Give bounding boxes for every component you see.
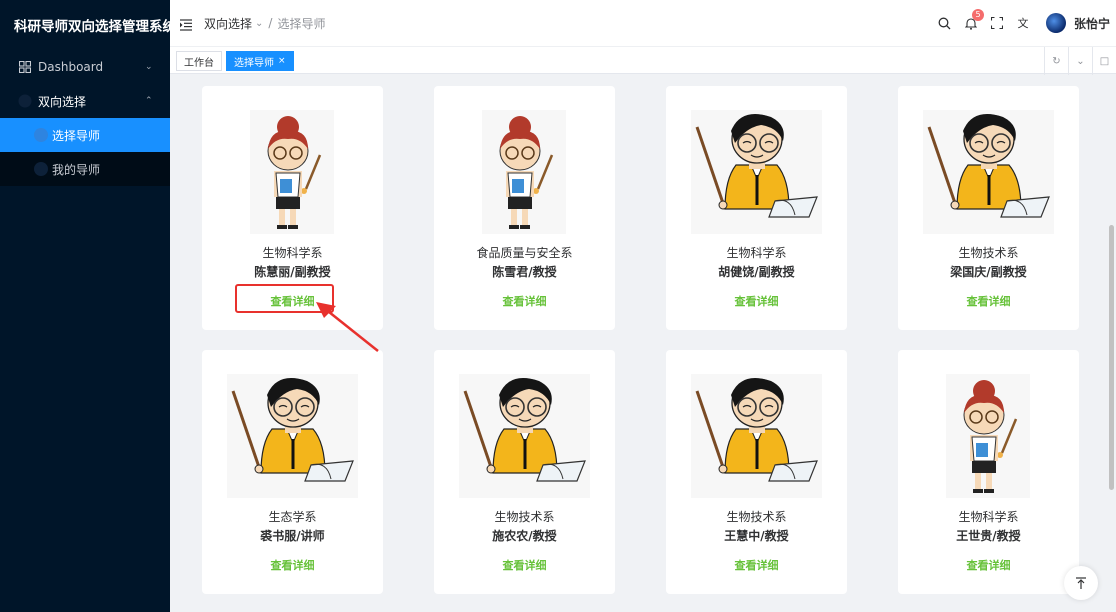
advisor-department: 食品质量与安全系: [476, 246, 573, 260]
fullscreen-icon[interactable]: [984, 17, 1010, 29]
advisor-name: 王世贵/教授: [956, 529, 1021, 543]
breadcrumb-current: 选择导师: [277, 16, 326, 31]
breadcrumb-separator: /: [268, 16, 273, 30]
back-to-top-button[interactable]: [1064, 566, 1098, 600]
chevron-up-icon: ⌃: [145, 96, 153, 106]
view-detail-link[interactable]: 查看详细: [666, 557, 847, 573]
sidebar-item-label: 我的导师: [52, 162, 101, 177]
maximize-icon[interactable]: □: [1092, 47, 1116, 75]
advisor-avatar: [946, 374, 1030, 498]
advisor-name: 胡健饶/副教授: [718, 265, 795, 279]
refresh-icon[interactable]: ↻: [1044, 47, 1068, 75]
menu-fold-icon[interactable]: [180, 16, 192, 31]
tab-label: 工作台: [184, 57, 214, 69]
circle-icon: [18, 94, 32, 108]
advisor-name: 施农农/教授: [492, 529, 557, 543]
advisor-card: 生物技术系 施农农/教授 查看详细: [434, 350, 615, 594]
view-detail-link[interactable]: 查看详细: [434, 557, 615, 573]
chevron-down-icon: ⌄: [145, 62, 153, 72]
view-detail-link[interactable]: 查看详细: [434, 293, 615, 309]
advisor-avatar: [482, 110, 566, 234]
advisor-department: 生物科学系: [726, 246, 787, 260]
sidebar-item-two-way-selection[interactable]: 双向选择 ⌃: [0, 84, 170, 118]
advisor-department: 生物技术系: [494, 510, 555, 524]
sidebar-item-dashboard[interactable]: Dashboard ⌄: [0, 50, 170, 84]
advisor-card: 生物科学系 王世贵/教授 查看详细: [898, 350, 1079, 594]
sidebar-item-label: 选择导师: [52, 128, 101, 143]
advisor-name: 梁国庆/副教授: [950, 265, 1027, 279]
advisor-avatar: [691, 374, 822, 498]
grid-icon: [18, 60, 32, 74]
advisor-avatar: [691, 110, 822, 234]
view-detail-link[interactable]: 查看详细: [202, 557, 383, 573]
advisor-department: 生态学系: [268, 510, 317, 524]
advisor-name: 裘书服/讲师: [260, 529, 325, 543]
advisor-department: 生物科学系: [958, 510, 1019, 524]
advisor-card: 食品质量与安全系 陈雪君/教授 查看详细: [434, 86, 615, 330]
close-icon[interactable]: ×: [278, 56, 286, 66]
advisor-name: 陈慧丽/副教授: [254, 265, 331, 279]
tab-workbench[interactable]: 工作台: [176, 51, 222, 71]
notification-badge: 5: [971, 8, 984, 21]
advisor-card: 生物科学系 陈慧丽/副教授 查看详细: [202, 86, 383, 330]
tab-label: 选择导师: [234, 57, 274, 69]
sidebar-item-select-advisor[interactable]: 选择导师: [0, 118, 170, 152]
circle-icon: [34, 162, 48, 176]
advisor-card: 生态学系 裘书服/讲师 查看详细: [202, 350, 383, 594]
advisor-department: 生物技术系: [726, 510, 787, 524]
advisor-grid: 生物科学系 陈慧丽/副教授 查看详细 食品质量与安全系 陈雪君/教授 查看详细 …: [170, 74, 1116, 612]
search-icon[interactable]: [932, 17, 958, 30]
sidebar-item-label: 双向选择: [38, 94, 87, 109]
advisor-avatar: [459, 374, 590, 498]
view-detail-link[interactable]: 查看详细: [898, 293, 1079, 309]
submenu: 选择导师 我的导师: [0, 118, 170, 186]
header-actions: 5 文 张怡宁: [932, 0, 1116, 46]
app-title: 科研导师双向选择管理系统: [14, 19, 176, 35]
tab-tools: ↻ ⌄ □: [1044, 47, 1116, 75]
username[interactable]: 张怡宁: [1074, 15, 1110, 32]
scrollbar[interactable]: [1109, 225, 1114, 490]
advisor-department: 生物科学系: [262, 246, 323, 260]
circle-icon: [34, 128, 48, 142]
chevron-down-icon[interactable]: ⌄: [1068, 47, 1092, 75]
header: 双向选择 ⌄ / 选择导师 5 文 张怡宁: [170, 0, 1116, 46]
advisor-name: 王慧中/教授: [724, 529, 789, 543]
advisor-avatar: [250, 110, 334, 234]
view-detail-link[interactable]: 查看详细: [666, 293, 847, 309]
tabs-bar: 工作台 选择导师 × ↻ ⌄ □: [170, 46, 1116, 75]
sidebar: 科研导师双向选择管理系统 Dashboard ⌄ 双向选择 ⌃ 选择导师 我的导…: [0, 0, 176, 612]
translate-icon[interactable]: 文: [1010, 15, 1036, 31]
advisor-name: 陈雪君/教授: [492, 265, 557, 279]
advisor-card: 生物科学系 胡健饶/副教授 查看详细: [666, 86, 847, 330]
avatar[interactable]: [1045, 13, 1066, 33]
sidebar-item-label: Dashboard: [38, 60, 104, 74]
breadcrumb-parent[interactable]: 双向选择: [204, 15, 252, 32]
advisor-department: 生物技术系: [958, 246, 1019, 260]
breadcrumb: 双向选择 ⌄ / 选择导师: [204, 0, 325, 46]
advisor-card: 生物技术系 梁国庆/副教授 查看详细: [898, 86, 1079, 330]
view-detail-link[interactable]: 查看详细: [202, 293, 383, 309]
advisor-avatar: [227, 374, 358, 498]
advisor-avatar: [923, 110, 1054, 234]
chevron-down-icon: ⌄: [255, 17, 264, 29]
bell-icon[interactable]: 5: [958, 8, 984, 30]
advisor-card: 生物技术系 王慧中/教授 查看详细: [666, 350, 847, 594]
tab-select-advisor[interactable]: 选择导师 ×: [226, 51, 294, 71]
sidebar-item-my-advisor[interactable]: 我的导师: [0, 152, 170, 186]
view-detail-link[interactable]: 查看详细: [898, 557, 1079, 573]
arrow-up-icon: [1076, 577, 1086, 589]
